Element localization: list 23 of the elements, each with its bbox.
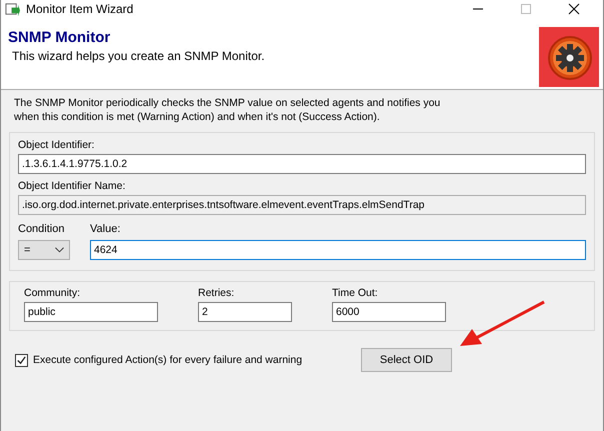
field-label: Object Identifier Name: bbox=[18, 180, 126, 192]
gear-icon bbox=[539, 27, 599, 87]
checkbox[interactable] bbox=[15, 354, 28, 366]
field-label: Condition bbox=[18, 223, 66, 235]
field-label: Object Identifier: bbox=[18, 139, 96, 151]
input-field[interactable]: 6000 bbox=[332, 302, 446, 322]
input-field[interactable]: public bbox=[24, 302, 158, 322]
caret-icon bbox=[55, 247, 64, 253]
description-text: The SNMP Monitor periodically checks the SNMP value on selected agents and notifies you when this condition is met (Warning Action) and when it's not (Success Action). bbox=[14, 96, 442, 124]
window-title: Monitor Item Wizard bbox=[26, 2, 134, 16]
field-label: Community: bbox=[24, 287, 82, 299]
select-oid-button[interactable]: Select OID bbox=[361, 348, 452, 372]
field-label: Value: bbox=[90, 223, 122, 235]
field-label: Time Out: bbox=[332, 287, 379, 299]
wizard-subtitle: This wizard helps you create an SNMP Monitor. bbox=[12, 49, 265, 63]
wizard-title: SNMP Monitor bbox=[8, 29, 112, 46]
checkbox-label[interactable]: Execute configured Action(s) for every failure and warning bbox=[33, 354, 302, 366]
input-field[interactable]: .1.3.6.1.4.1.9775.1.0.2 bbox=[18, 154, 586, 174]
input-field[interactable]: 4624 bbox=[90, 240, 586, 260]
field-label: Retries: bbox=[198, 287, 236, 299]
condition-dropdown[interactable]: = bbox=[18, 240, 70, 260]
close-icon[interactable] bbox=[568, 3, 580, 15]
input-field[interactable]: 2 bbox=[198, 302, 292, 322]
